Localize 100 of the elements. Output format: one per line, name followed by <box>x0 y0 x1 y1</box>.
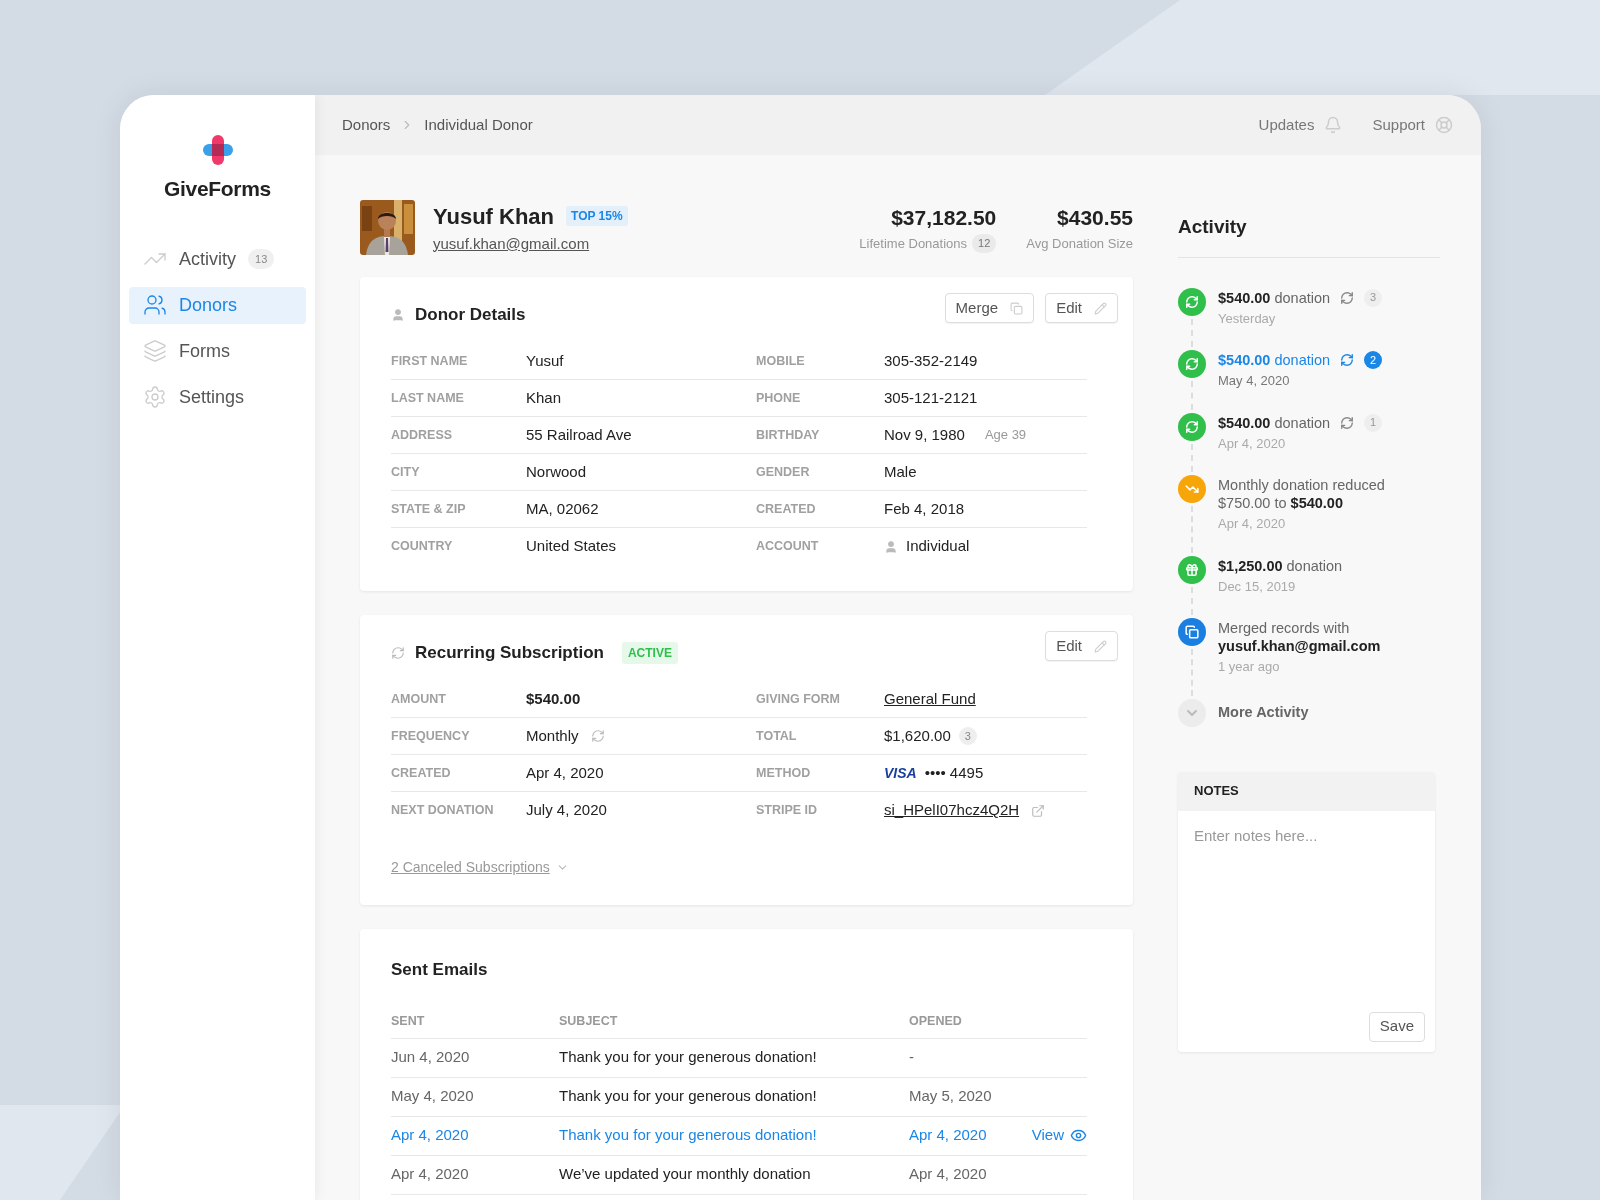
field-label: NEXT DONATION <box>391 802 495 820</box>
card-title: Sent Emails <box>391 960 488 979</box>
rank-badge: TOP 15% <box>566 206 628 227</box>
card-title: Recurring Subscription <box>415 642 604 665</box>
recurring-icon <box>1178 412 1206 441</box>
field-label: FREQUENCY <box>391 727 471 745</box>
field-label: TOTAL <box>756 727 798 745</box>
repeat-icon[interactable] <box>1340 415 1355 430</box>
eye-icon <box>1070 1127 1087 1144</box>
person-icon <box>391 308 405 322</box>
field-label: PHONE <box>756 389 802 407</box>
count-badge: 13 <box>248 248 275 270</box>
activity-date: Apr 4, 2020 <box>1218 515 1287 533</box>
merge-button[interactable]: Merge <box>944 293 1035 323</box>
giving-form-link[interactable]: General Fund <box>884 687 1087 711</box>
count-badge: 2 <box>1364 351 1383 369</box>
pencil-icon <box>1094 301 1107 315</box>
stat-value: $37,182.50 <box>891 205 997 231</box>
activity-text: $540.00 donation <box>1218 351 1331 369</box>
activity-item[interactable]: Merged records with yusuf.khan@gmail.com 1 year ago <box>1218 618 1418 699</box>
field-value: $1,620.00 <box>884 725 951 746</box>
logo-icon <box>202 135 233 165</box>
bell-icon <box>1324 116 1343 134</box>
table-cell-text: May 5, 2020 <box>909 1086 993 1107</box>
field-value: Khan <box>526 387 562 408</box>
activity-title: Activity <box>1178 215 1248 239</box>
email-row[interactable]: Apr 4, 2020 We’ve updated your monthly donation Apr 4, 2020 <box>391 1155 1087 1195</box>
nav-item[interactable]: Settings <box>129 378 306 416</box>
field-value: Nov 9, 1980 <box>884 424 965 445</box>
field-label: CREATED <box>756 500 817 518</box>
activity-text: Monthly donation reduced $750.00 to $540.00 <box>1218 476 1386 512</box>
field-label: ADDRESS <box>391 426 454 444</box>
table-cell-text: Thank you for your generous donation! <box>559 1086 818 1107</box>
field-value: Monthly <box>526 725 579 746</box>
activity-date: Dec 15, 2019 <box>1218 577 1297 596</box>
age-note: Age 39 <box>984 426 1027 445</box>
email-row[interactable]: May 4, 2020 Thank you for your generous donation! May 5, 2020 <box>391 1077 1087 1117</box>
field-label: STATE & ZIP <box>391 500 467 518</box>
chevron-down-icon[interactable] <box>1178 698 1206 727</box>
table-cell-text: May 4, 2020 <box>391 1086 475 1107</box>
table-cell-text: Thank you for your generous donation! <box>559 1047 818 1068</box>
table-cell-text: Apr 4, 2020 <box>391 1125 470 1146</box>
activity-text: $1,250.00 donation <box>1218 556 1343 575</box>
updates-link[interactable]: Updates <box>1258 113 1343 137</box>
field-value: July 4, 2020 <box>526 800 607 821</box>
count-badge: 1 <box>1364 413 1383 432</box>
field-label: COUNTRY <box>391 538 454 556</box>
recurring-icon <box>1178 287 1206 316</box>
view-link[interactable]: View <box>1031 1124 1087 1147</box>
pencil-icon <box>1094 639 1107 653</box>
activity-date: Yesterday <box>1218 309 1277 328</box>
more-activity-link[interactable]: More Activity <box>1218 701 1309 724</box>
field-label: GIVING FORM <box>756 690 842 708</box>
support-link[interactable]: Support <box>1372 113 1453 137</box>
field-value: 305-352-2149 <box>884 350 978 371</box>
breadcrumb-link[interactable]: Donors <box>342 113 391 137</box>
table-cell-text: - <box>909 1047 915 1068</box>
person-icon <box>884 539 898 554</box>
table-cell-text: Thank you for your generous donation! <box>559 1125 818 1146</box>
email-row[interactable]: Jun 4, 2020 Thank you for your generous donation! - <box>391 1038 1087 1078</box>
activity-item[interactable]: $540.00 donation 1 Apr 4, 2020 <box>1218 412 1383 475</box>
stat-label: Lifetime Donations <box>859 234 968 253</box>
field-label: MOBILE <box>756 352 806 370</box>
field-label: CREATED <box>391 764 452 782</box>
activity-item[interactable]: $1,250.00 donation Dec 15, 2019 <box>1218 555 1343 618</box>
nav-item[interactable]: Forms <box>129 332 306 370</box>
repeat-icon[interactable] <box>1340 290 1355 305</box>
edit-button[interactable]: Edit <box>1045 631 1118 661</box>
edit-button[interactable]: Edit <box>1045 293 1118 323</box>
donor-name: Yusuf Khan <box>433 202 554 231</box>
activity-item[interactable]: Monthly donation reduced $750.00 to $540.00 Apr 4, 2020 <box>1218 475 1418 556</box>
field-label: CITY <box>391 463 421 481</box>
email-link[interactable]: yusuf.khan@gmail.com <box>433 232 628 256</box>
column-header: OPENED <box>909 1012 963 1030</box>
count-badge: 12 <box>972 234 997 253</box>
email-row[interactable]: Apr 4, 2020 Thank you for your generous donation! Apr 4, 2020 View <box>391 1116 1087 1156</box>
activity-item[interactable]: $540.00 donation 3 Yesterday <box>1218 287 1383 350</box>
field-value: $540.00 <box>526 688 582 709</box>
external-link-icon[interactable] <box>1031 803 1046 818</box>
field-label: LAST NAME <box>391 389 465 407</box>
repeat-icon[interactable] <box>1340 353 1355 367</box>
field-value: Yusuf <box>526 350 564 371</box>
field-value: 305-121-2121 <box>884 387 978 408</box>
stripe-id-link[interactable]: si_HPelI07hcz4Q2H <box>884 799 1020 822</box>
field-value: •••• 4495 <box>924 762 984 783</box>
column-header: SUBJECT <box>559 1012 619 1030</box>
field-label: FIRST NAME <box>391 352 469 370</box>
activity-item[interactable]: $540.00 donation 2 May 4, 2020 <box>1218 350 1383 413</box>
table-cell-text: Apr 4, 2020 <box>909 1164 988 1185</box>
table-cell-text: Apr 4, 2020 <box>909 1125 988 1146</box>
field-label: AMOUNT <box>391 690 447 708</box>
nav-item[interactable]: Activity 13 <box>129 240 306 278</box>
field-label: GENDER <box>756 463 811 481</box>
activity-text: $540.00 donation <box>1218 288 1331 307</box>
save-button[interactable]: Save <box>1368 1011 1425 1042</box>
logo-text: GiveForms <box>164 176 271 202</box>
field-value: Norwood <box>526 461 587 482</box>
notes-field[interactable]: Enter notes here... <box>1178 810 1435 1012</box>
breadcrumb-link[interactable]: Individual Donor <box>424 113 533 137</box>
field-label: BIRTHDAY <box>756 426 821 444</box>
